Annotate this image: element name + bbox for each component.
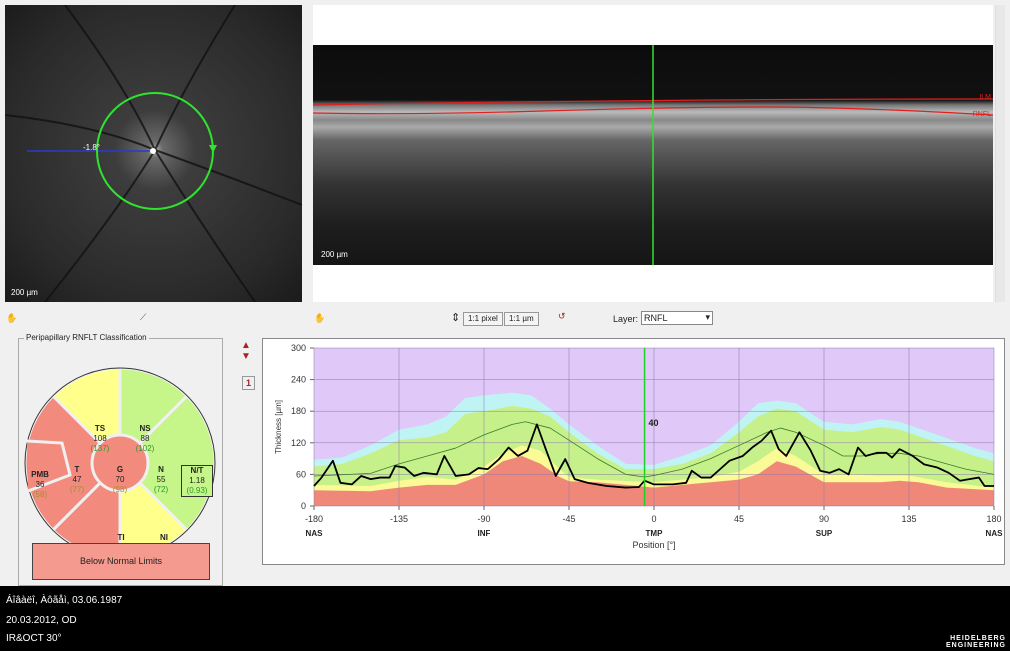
y-tick-label: 300 xyxy=(291,343,306,353)
sector-normal: (77) xyxy=(69,485,85,494)
region-label: TMP xyxy=(646,529,664,538)
region-label: NAS xyxy=(306,529,324,538)
fundus-overlay xyxy=(5,5,302,302)
modality-info: IR&OCT 30° xyxy=(6,633,62,644)
x-tick-label: 0 xyxy=(651,514,656,524)
fundus-image[interactable]: -1.8° 200 µm xyxy=(5,5,302,302)
sector-value: 88 xyxy=(140,434,150,443)
sector-label: T xyxy=(74,465,80,474)
layer-label-rnfl: RNFL xyxy=(972,111,991,118)
x-tick-label: -180 xyxy=(305,514,323,524)
region-label: SUP xyxy=(816,529,833,538)
rnfl-thickness-chart: 0 60 120 180 240 300 -180 -135 -90 -45 0 45 90 135 180… xyxy=(262,338,1005,565)
sector-normal: (137) xyxy=(90,444,110,453)
sector-normal: (98) xyxy=(112,485,128,494)
page-number[interactable]: 1 xyxy=(242,376,256,390)
layer-select-value: RNFL xyxy=(644,313,668,323)
sector-label-pmb: PMB 36 (58) xyxy=(20,470,60,500)
cursor-value: 40 xyxy=(649,418,659,428)
sector-label-n: N 55 (72) xyxy=(141,465,181,495)
sector-label-g: G 70 (98) xyxy=(100,465,140,495)
measure-icon[interactable]: ⟋ xyxy=(140,312,146,323)
hand-tool-icon[interactable]: ✋ xyxy=(6,313,17,324)
sector-value: 70 xyxy=(115,475,125,484)
sector-normal: (102) xyxy=(135,444,155,453)
fundus-scale-bar: 200 µm xyxy=(11,288,38,297)
sector-label: TI xyxy=(117,533,125,542)
x-tick-label: -45 xyxy=(562,514,575,524)
direction-arrow-icon xyxy=(209,145,217,153)
y-tick-label: 120 xyxy=(291,438,306,448)
region-label: INF xyxy=(478,529,491,538)
classification-result: Below Normal Limits xyxy=(32,543,210,580)
reset-icon[interactable]: ↺ xyxy=(558,311,566,322)
sector-label: N/T xyxy=(190,466,204,475)
sector-value: 47 xyxy=(72,475,82,484)
sector-label: PMB xyxy=(31,470,49,479)
heidelberg-logo: HEIDELBERG ENGINEERING xyxy=(945,635,1006,649)
scroll-up-down-icon[interactable]: ▲ ▼ xyxy=(241,340,251,362)
pixel-scale-button[interactable]: 1:1 pixel xyxy=(463,312,503,326)
x-tick-label: 180 xyxy=(986,514,1001,524)
y-tick-label: 180 xyxy=(291,406,306,416)
y-tick-label: 240 xyxy=(291,375,306,385)
hand-tool-icon-2[interactable]: ✋ xyxy=(314,313,325,324)
chevron-down-icon: ▾ xyxy=(705,312,710,322)
sector-label: G xyxy=(116,465,124,474)
sector-label-t: T 47 (77) xyxy=(57,465,97,495)
sector-normal: (58) xyxy=(32,490,48,499)
layer-label-ilm: ILM xyxy=(979,94,991,101)
sector-pie-chart xyxy=(23,366,217,560)
bscan-image: ILM RNFL 200 µm xyxy=(313,45,993,265)
fit-height-icon[interactable]: ⇕ xyxy=(451,311,460,324)
angle-label: -1.8° xyxy=(83,143,100,152)
sector-value: 1.18 xyxy=(189,476,205,485)
footer-bar: Áîâàëî, Àôãåì, 03.06.1987 20.03.2012, OD… xyxy=(0,586,1010,651)
sector-label: N xyxy=(158,465,164,474)
oct-scale-bar: 200 µm xyxy=(321,250,348,259)
x-tick-label: 135 xyxy=(901,514,916,524)
sector-label: TS xyxy=(94,424,106,433)
sector-normal: (0.93) xyxy=(186,486,208,495)
sector-normal: (72) xyxy=(153,485,169,494)
layer-select[interactable]: RNFL ▾ xyxy=(641,311,713,325)
oct-scrollbar[interactable] xyxy=(995,5,1005,302)
exam-info: 20.03.2012, OD xyxy=(6,615,77,626)
x-tick-label: -135 xyxy=(390,514,408,524)
sector-label-ns: NS 88 (102) xyxy=(125,424,165,454)
y-tick-label: 60 xyxy=(296,469,306,479)
sector-value: 108 xyxy=(93,434,107,443)
sector-label: NS xyxy=(139,424,151,433)
patient-info: Áîâàëî, Àôãåì, 03.06.1987 xyxy=(6,595,123,606)
sector-label-ts: TS 108 (137) xyxy=(80,424,120,454)
y-axis-label: Thickness [µm] xyxy=(274,400,283,454)
sector-value: 36 xyxy=(35,480,45,489)
x-tick-label: 90 xyxy=(819,514,829,524)
x-tick-label: 45 xyxy=(734,514,744,524)
sector-label-nt: N/T 1.18 (0.93) xyxy=(181,465,213,497)
um-scale-button[interactable]: 1:1 µm xyxy=(504,312,539,326)
layer-label: Layer: xyxy=(613,314,639,324)
region-label: NAS xyxy=(986,529,1004,538)
y-tick-label: 0 xyxy=(301,501,306,511)
sector-value: 55 xyxy=(156,475,166,484)
oct-bscan-panel[interactable]: ILM RNFL 200 µm xyxy=(313,5,993,302)
sector-label: NI xyxy=(160,533,168,542)
classification-title: Peripapillary RNFLT Classification xyxy=(24,333,149,342)
x-tick-label: -90 xyxy=(477,514,490,524)
x-axis-label: Position [°] xyxy=(632,540,675,550)
